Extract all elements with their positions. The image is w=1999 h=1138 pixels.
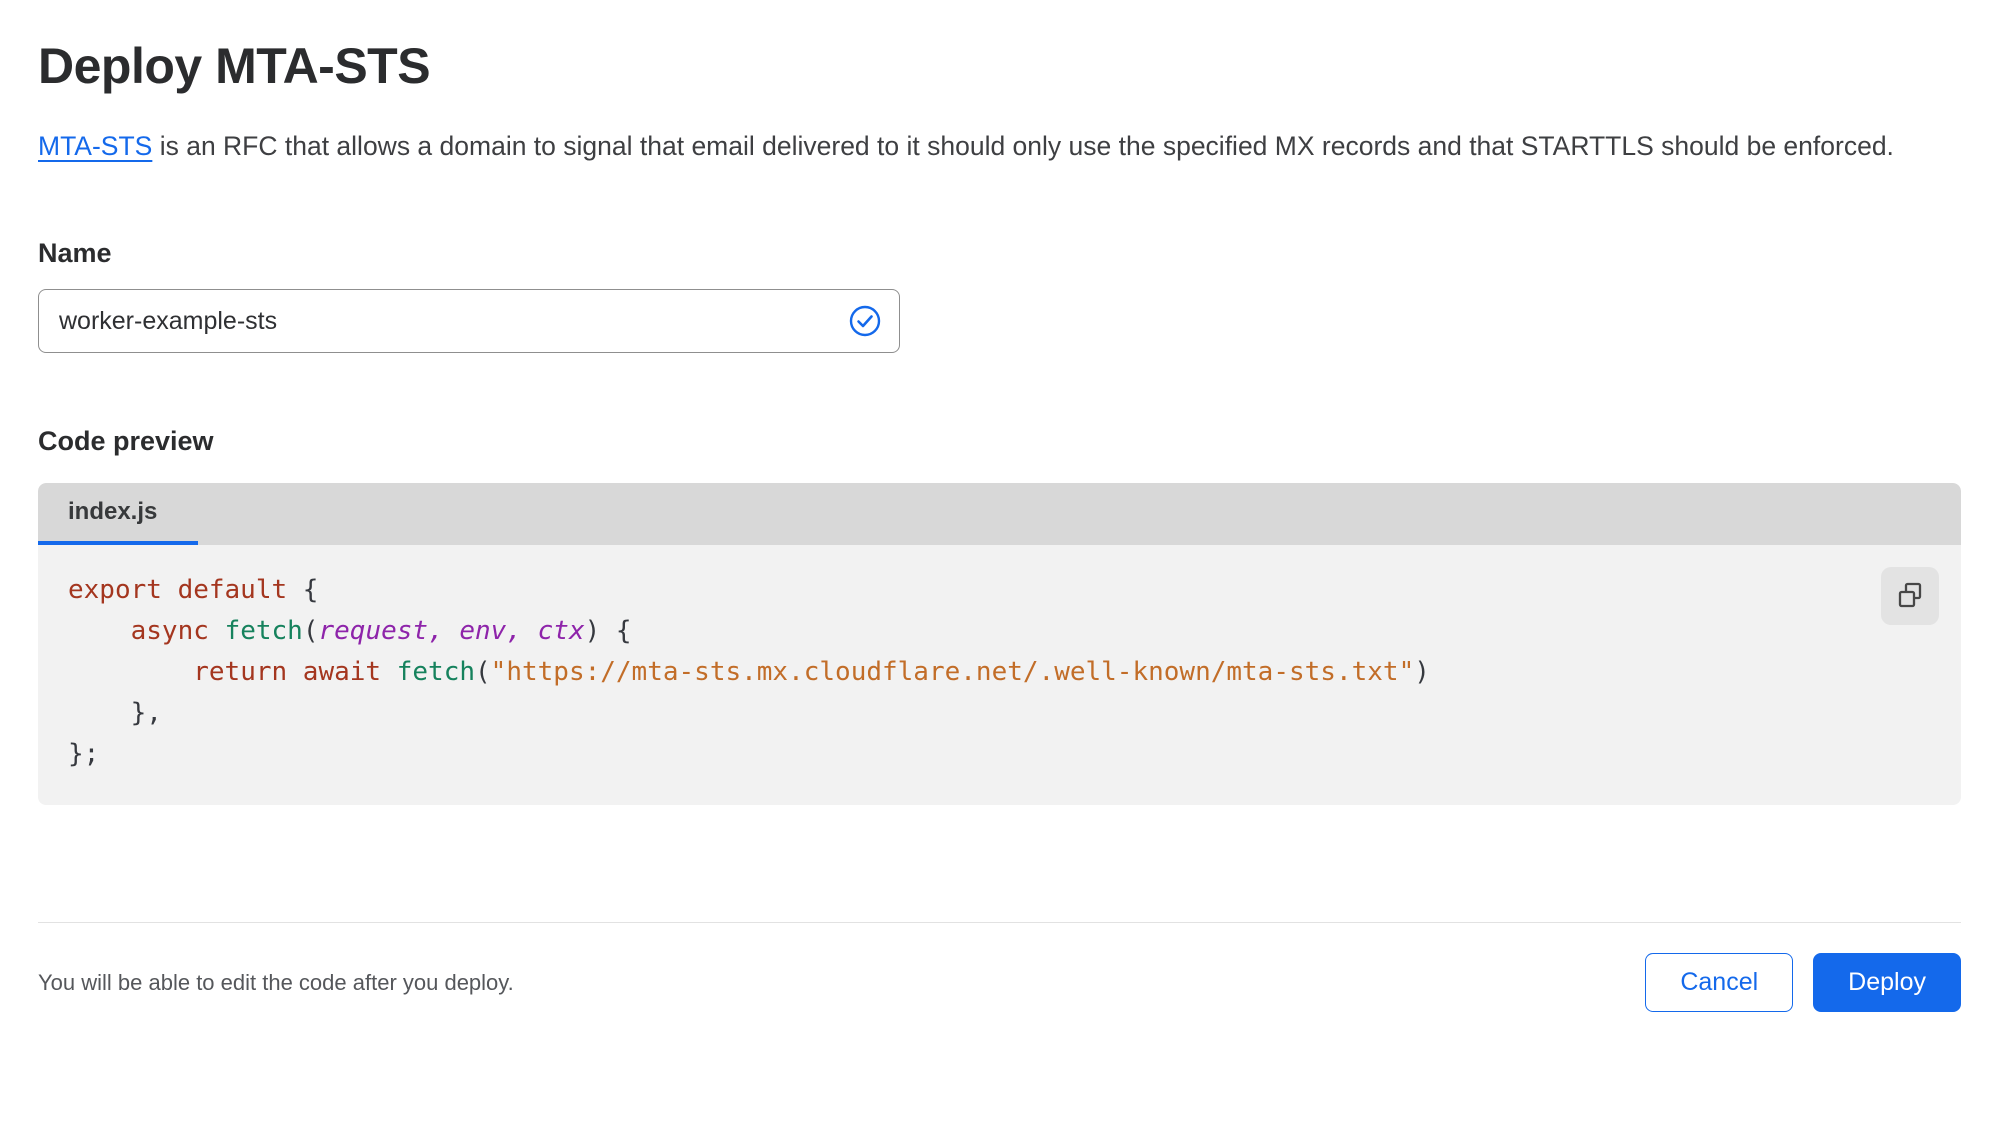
- mta-sts-link[interactable]: MTA-STS: [38, 131, 152, 161]
- code-line: },: [68, 698, 162, 728]
- code-tab-bar: index.js: [38, 483, 1961, 545]
- deploy-button[interactable]: Deploy: [1813, 953, 1961, 1012]
- code-line: export default {: [68, 575, 319, 605]
- name-label: Name: [38, 238, 112, 268]
- copy-icon: [1895, 580, 1925, 613]
- code-line: };: [68, 739, 100, 769]
- footer-actions: Cancel Deploy: [1645, 953, 1961, 1012]
- cancel-button[interactable]: Cancel: [1645, 953, 1794, 1012]
- description: MTA-STS is an RFC that allows a domain t…: [38, 124, 1918, 168]
- tab-index-js[interactable]: index.js: [38, 483, 198, 545]
- code-lines: export default { async fetch(request, en…: [38, 570, 1961, 775]
- code-preview-block: index.js export default { async fetch(re…: [38, 483, 1961, 805]
- footer: You will be able to edit the code after …: [38, 953, 1961, 1012]
- name-input-wrap: [38, 289, 900, 353]
- code-line: return await fetch("https://mta-sts.mx.c…: [193, 657, 1430, 687]
- name-input[interactable]: [38, 289, 900, 353]
- code-editor: export default { async fetch(request, en…: [38, 545, 1961, 805]
- code-preview-label: Code preview: [38, 426, 214, 456]
- footer-note: You will be able to edit the code after …: [38, 969, 514, 995]
- description-text: is an RFC that allows a domain to signal…: [152, 131, 1894, 161]
- page-title: Deploy MTA-STS: [38, 38, 431, 94]
- footer-divider: [38, 922, 1961, 923]
- deploy-mta-sts-page: Deploy MTA-STS MTA-STS is an RFC that al…: [0, 0, 1999, 1012]
- copy-code-button[interactable]: [1881, 567, 1939, 625]
- code-line: async fetch(request, env, ctx) {: [130, 616, 632, 646]
- check-circle-icon: [848, 304, 882, 338]
